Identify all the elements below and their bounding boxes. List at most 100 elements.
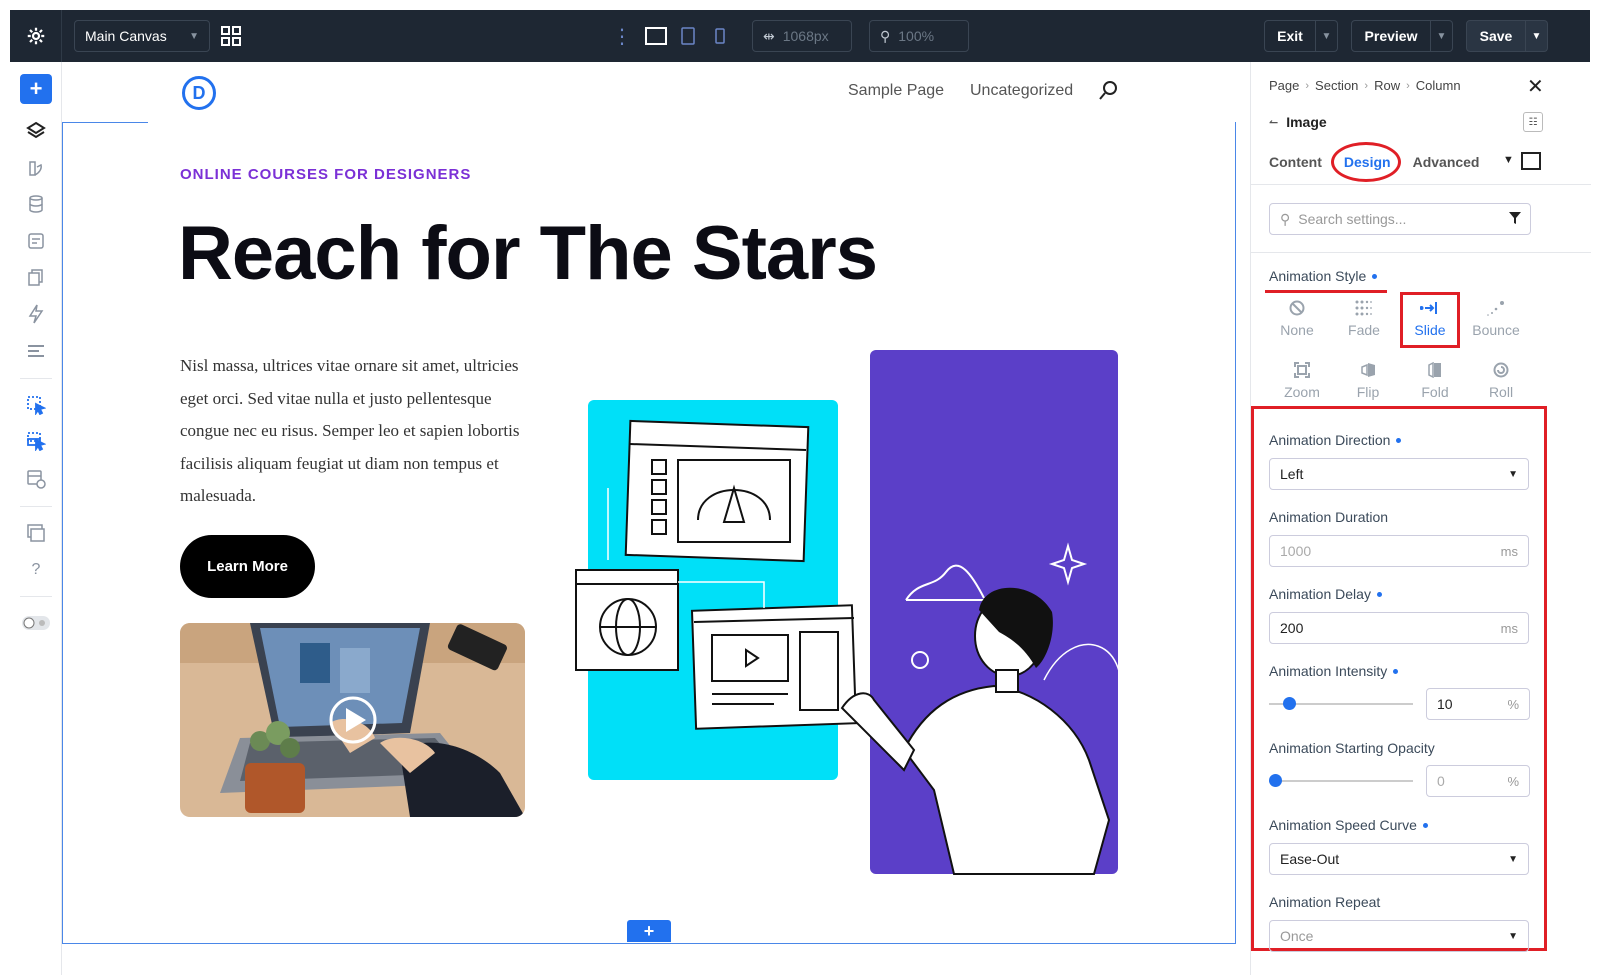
canvas-width-field[interactable]: ⇹ 1068px bbox=[752, 20, 852, 52]
windows-icon[interactable] bbox=[20, 518, 52, 548]
animation-opacity-slider-thumb[interactable] bbox=[1269, 774, 1282, 787]
animation-direction-select[interactable]: Left ▼ bbox=[1269, 458, 1529, 490]
animation-intensity-label-text: Animation Intensity bbox=[1269, 663, 1388, 679]
database-icon[interactable] bbox=[20, 189, 52, 219]
design-library-icon[interactable] bbox=[20, 153, 52, 183]
top-toolbar: Main Canvas ▼ ⋮ ⇹ 1068px ⚲ 100% Exit ▼ P… bbox=[10, 10, 1590, 62]
site-header: D Sample Page Uncategorized bbox=[62, 62, 1250, 122]
module-title: ↼ Image bbox=[1269, 114, 1327, 130]
modified-dot-icon bbox=[1396, 437, 1402, 443]
view-layout-icon[interactable] bbox=[20, 464, 52, 494]
animation-delay-label: Animation Delay bbox=[1269, 586, 1382, 602]
animation-direction-label: Animation Direction bbox=[1269, 432, 1402, 448]
animation-repeat-label-text: Animation Repeat bbox=[1269, 894, 1381, 910]
settings-panel: Page › Section › Row › Column ✕ ↼ Image … bbox=[1250, 62, 1591, 975]
chevron-down-icon: ▼ bbox=[1508, 853, 1518, 865]
zoom-value: 100% bbox=[898, 28, 935, 44]
nav-link-uncategorized[interactable]: Uncategorized bbox=[970, 82, 1073, 100]
learn-more-button[interactable]: Learn More bbox=[180, 535, 315, 598]
animation-repeat-select[interactable]: Once ▼ bbox=[1269, 920, 1529, 952]
multi-select-icon[interactable] bbox=[20, 426, 52, 456]
search-icon: ⚲ bbox=[1280, 210, 1291, 227]
hero-title: Reach for The Stars bbox=[178, 211, 878, 296]
preview-button[interactable]: Preview bbox=[1351, 20, 1431, 52]
preset-square-icon[interactable] bbox=[1521, 152, 1541, 170]
breadcrumb-column[interactable]: Column bbox=[1416, 78, 1461, 93]
breadcrumb-row[interactable]: Row bbox=[1374, 78, 1400, 93]
style-option-bounce[interactable]: Bounce bbox=[1465, 294, 1527, 350]
animation-delay-value: 200 bbox=[1280, 620, 1304, 636]
canvas-select[interactable]: Main Canvas ▼ bbox=[74, 20, 210, 52]
animation-duration-unit: ms bbox=[1500, 543, 1518, 559]
animation-repeat-label: Animation Repeat bbox=[1269, 894, 1380, 910]
chevron-down-icon: ▼ bbox=[189, 30, 199, 42]
filter-icon[interactable] bbox=[1508, 211, 1522, 228]
settings-gear-icon[interactable] bbox=[10, 10, 62, 62]
animation-delay-input[interactable]: 200 ms bbox=[1269, 612, 1529, 644]
animation-intensity-slider-thumb[interactable] bbox=[1283, 697, 1296, 710]
sidebar-divider bbox=[20, 506, 52, 507]
zoom-field[interactable]: ⚲ 100% bbox=[869, 20, 969, 52]
site-logo[interactable]: D bbox=[182, 76, 216, 110]
animation-opacity-label: Animation Starting Opacity bbox=[1269, 740, 1435, 756]
desktop-view-icon[interactable] bbox=[642, 22, 670, 50]
breadcrumb-page[interactable]: Page bbox=[1269, 78, 1299, 93]
search-settings-input[interactable]: ⚲ Search settings... bbox=[1269, 203, 1531, 235]
tab-advanced[interactable]: Advanced bbox=[1413, 154, 1480, 170]
animation-opacity-slider[interactable] bbox=[1269, 780, 1413, 782]
style-option-roll-label: Roll bbox=[1488, 384, 1514, 400]
style-option-zoom-label: Zoom bbox=[1284, 384, 1320, 400]
save-dropdown-chevron-icon[interactable]: ▼ bbox=[1526, 20, 1548, 52]
hero-illustration bbox=[574, 350, 1134, 875]
tab-content[interactable]: Content bbox=[1269, 154, 1322, 170]
animation-intensity-input[interactable]: 10 % bbox=[1426, 688, 1530, 720]
back-arrow-icon[interactable]: ↼ bbox=[1269, 116, 1278, 129]
nav-link-sample-page[interactable]: Sample Page bbox=[848, 82, 944, 100]
pages-icon[interactable] bbox=[20, 262, 52, 292]
animation-speed-label: Animation Speed Curve bbox=[1269, 817, 1428, 833]
phone-view-icon[interactable] bbox=[706, 22, 734, 50]
animation-speed-select[interactable]: Ease-Out ▼ bbox=[1269, 843, 1529, 875]
preview-dropdown-chevron-icon[interactable]: ▼ bbox=[1431, 20, 1453, 52]
module-title-label: Image bbox=[1286, 114, 1327, 130]
exit-dropdown-chevron-icon[interactable]: ▼ bbox=[1316, 20, 1338, 52]
left-sidebar: + ? bbox=[10, 62, 62, 975]
style-option-none[interactable]: None bbox=[1266, 294, 1328, 350]
style-option-fold[interactable]: Fold bbox=[1404, 356, 1466, 412]
module-options-icon[interactable]: ☷ bbox=[1523, 112, 1543, 132]
style-option-flip[interactable]: Flip bbox=[1337, 356, 1399, 412]
breadcrumb-separator-icon: › bbox=[1364, 79, 1369, 92]
style-option-roll[interactable]: Roll bbox=[1470, 356, 1532, 412]
animation-opacity-input[interactable]: 0 % bbox=[1426, 765, 1530, 797]
modified-dot-icon bbox=[1393, 668, 1399, 674]
modified-dot-icon bbox=[1376, 591, 1382, 597]
add-element-plus-icon[interactable]: + bbox=[20, 74, 52, 104]
search-icon[interactable] bbox=[1098, 80, 1118, 107]
select-module-icon[interactable] bbox=[20, 390, 52, 420]
exit-button[interactable]: Exit bbox=[1264, 20, 1316, 52]
video-thumbnail[interactable] bbox=[180, 623, 525, 817]
design-tab-highlight bbox=[1331, 142, 1401, 182]
style-option-zoom[interactable]: Zoom bbox=[1271, 356, 1333, 412]
settings-list-icon[interactable] bbox=[20, 336, 52, 366]
layout-grid-icon[interactable] bbox=[218, 20, 244, 52]
chevron-down-icon: ▼ bbox=[1508, 930, 1518, 942]
help-question-icon[interactable]: ? bbox=[20, 555, 52, 585]
lightning-icon[interactable] bbox=[20, 299, 52, 329]
animation-opacity-label-text: Animation Starting Opacity bbox=[1269, 740, 1435, 756]
canvas-width-value: 1068px bbox=[782, 28, 829, 44]
close-icon[interactable]: ✕ bbox=[1527, 74, 1544, 99]
more-options-icon[interactable]: ⋮ bbox=[612, 22, 632, 50]
form-icon[interactable] bbox=[20, 226, 52, 256]
tab-dropdown-chevron-icon[interactable]: ▼ bbox=[1503, 154, 1514, 166]
animation-duration-input[interactable]: 1000 ms bbox=[1269, 535, 1529, 567]
add-row-plus-icon[interactable]: + bbox=[627, 920, 671, 942]
animation-repeat-value: Once bbox=[1280, 928, 1314, 944]
layers-icon[interactable] bbox=[20, 116, 52, 146]
tablet-view-icon[interactable] bbox=[674, 22, 702, 50]
save-button[interactable]: Save bbox=[1466, 20, 1526, 52]
toggle-switch-icon[interactable] bbox=[20, 608, 52, 638]
style-option-fade[interactable]: Fade bbox=[1333, 294, 1395, 350]
breadcrumb-section[interactable]: Section bbox=[1315, 78, 1358, 93]
animation-style-label: Animation Style bbox=[1269, 268, 1378, 284]
